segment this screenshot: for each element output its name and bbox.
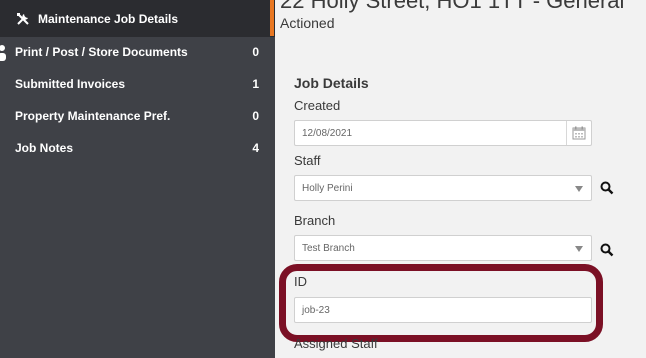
sidebar-item-count: 4 (252, 141, 259, 155)
calendar-icon[interactable] (566, 121, 591, 145)
sidebar-item-label: Print / Post / Store Documents (15, 45, 188, 59)
assigned-staff-label: Assigned Staff (294, 336, 378, 351)
staff-value: Holly Perini (302, 182, 353, 194)
sidebar-item-count: 0 (252, 109, 259, 123)
sidebar-item-submitted-invoices[interactable]: Submitted Invoices 1 (0, 69, 275, 99)
staff-label: Staff (294, 153, 321, 168)
user-icon (0, 45, 6, 61)
page-title: 22 Holly Street, HO1 1TT - General (280, 0, 625, 13)
sidebar-item-job-notes[interactable]: Job Notes 4 (0, 133, 275, 163)
sidebar-item-count: 0 (252, 45, 259, 59)
sidebar-item-label: Submitted Invoices (15, 77, 126, 91)
sidebar-item-property-maintenance-pref[interactable]: Property Maintenance Pref. 0 (0, 101, 275, 131)
accent-bar (270, 0, 274, 36)
section-title: Job Details (294, 75, 369, 91)
job-status: Actioned (280, 15, 335, 31)
sidebar-item-label: Maintenance Job Details (38, 11, 179, 26)
chevron-down-icon (575, 246, 583, 252)
sidebar-item-count: 1 (252, 77, 259, 91)
created-label: Created (294, 98, 341, 113)
sidebar-item-maintenance-job-details[interactable]: Maintenance Job Details (0, 0, 275, 37)
search-icon[interactable] (600, 243, 614, 257)
sidebar-item-label: Property Maintenance Pref. (15, 109, 171, 123)
search-icon[interactable] (600, 181, 614, 195)
branch-label: Branch (294, 213, 336, 228)
highlight-outline (279, 264, 603, 342)
branch-value: Test Branch (302, 242, 355, 254)
created-date-value: 12/08/2021 (302, 127, 353, 139)
chevron-down-icon (575, 186, 583, 192)
staff-select[interactable]: Holly Perini (294, 175, 592, 201)
sidebar-item-print-post-store-documents[interactable]: Print / Post / Store Documents 0 (0, 37, 275, 67)
tools-icon (15, 11, 31, 27)
branch-select[interactable]: Test Branch (294, 235, 592, 261)
sidebar-item-label: Job Notes (15, 141, 74, 155)
sidebar: Maintenance Job Details Print / Post / S… (0, 0, 275, 358)
created-date-field[interactable]: 12/08/2021 (294, 120, 592, 146)
